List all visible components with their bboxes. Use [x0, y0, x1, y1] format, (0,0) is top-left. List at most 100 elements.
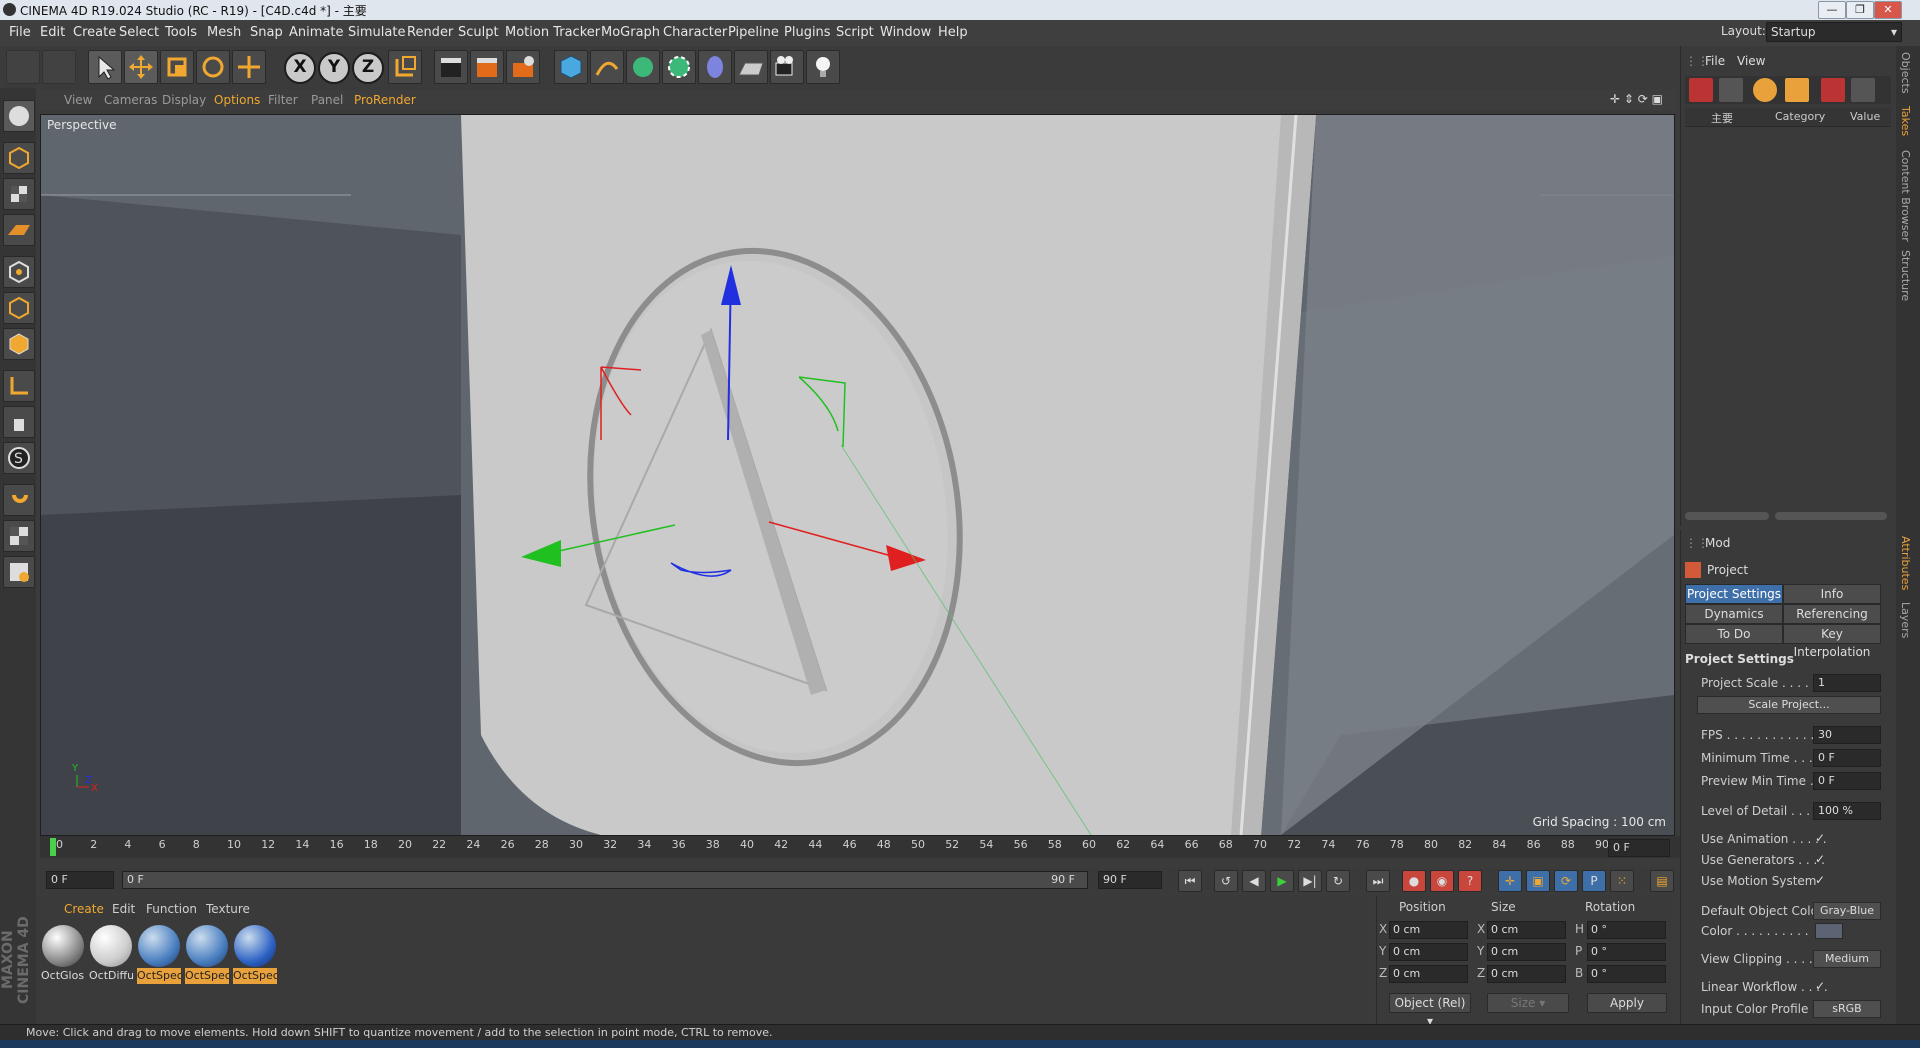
tab-structure[interactable]: Structure [1899, 250, 1912, 301]
render-to-picture-viewer-button[interactable] [470, 50, 504, 84]
timeline-ruler[interactable]: 0 2 4 6 8 10 12 14 16 18 20 22 24 26 28 30 32 34 36 38 40 42 4… [40, 836, 1680, 858]
menu-edit[interactable]: Edit [40, 25, 65, 40]
mat-menu-create[interactable]: Create [64, 902, 104, 916]
tab-takes[interactable]: Takes [1899, 106, 1912, 136]
record-rotation-button[interactable]: ⟳ [1554, 870, 1578, 892]
camera-button[interactable] [770, 50, 804, 84]
spline-pen-button[interactable] [590, 50, 624, 84]
redo-button[interactable] [42, 50, 76, 84]
render-take-icon[interactable] [1821, 78, 1845, 102]
menu-motion-tracker[interactable]: Motion Tracker [505, 25, 600, 40]
view-clipping-dropdown[interactable]: Medium [1813, 950, 1881, 968]
menu-tools[interactable]: Tools [165, 25, 197, 40]
points-mode-button[interactable] [3, 256, 35, 288]
model-mode-button[interactable] [3, 142, 35, 174]
workplane-button[interactable] [3, 214, 35, 246]
menu-script[interactable]: Script [836, 25, 874, 40]
scale-tool-button[interactable] [160, 50, 194, 84]
next-key-button[interactable]: ↻ [1326, 870, 1350, 892]
record-pla-button[interactable]: ⁙ [1610, 870, 1634, 892]
edges-mode-button[interactable] [3, 292, 35, 324]
om-menu-file[interactable]: File [1705, 54, 1725, 68]
material-swatch[interactable]: OctSpec [137, 924, 181, 986]
menu-character[interactable]: Character [663, 25, 727, 40]
om-scrollbar-left[interactable] [1685, 512, 1769, 520]
lock-take-icon[interactable] [1851, 78, 1875, 102]
fps-field[interactable]: 30 [1813, 726, 1881, 744]
light-button[interactable] [806, 50, 840, 84]
record-parameter-button[interactable]: P [1582, 870, 1606, 892]
menu-simulate[interactable]: Simulate [348, 25, 405, 40]
vp-menu-filter[interactable]: Filter [268, 93, 298, 107]
make-editable-button[interactable] [3, 100, 35, 132]
coord-mode-dropdown[interactable]: Object (Rel) ▾ [1389, 993, 1471, 1028]
rotate-tool-button[interactable] [196, 50, 230, 84]
takes-auto-icon[interactable] [1719, 78, 1743, 102]
maximize-button[interactable]: ❐ [1846, 1, 1874, 19]
om-menu-view[interactable]: View [1737, 54, 1765, 68]
tab-attributes[interactable]: Attributes [1899, 536, 1912, 590]
attr-mode-menu[interactable]: Mod [1705, 536, 1730, 550]
apply-button[interactable]: Apply [1587, 993, 1667, 1013]
takes-icon[interactable] [1689, 78, 1713, 102]
menu-pipeline[interactable]: Pipeline [728, 25, 779, 40]
vp-menu-display[interactable]: Display [162, 93, 206, 107]
start-frame-field[interactable]: 0 F [46, 871, 114, 889]
override-icon[interactable] [1753, 78, 1777, 102]
menu-mesh[interactable]: Mesh [207, 25, 241, 40]
texture-mode-button[interactable] [3, 178, 35, 210]
material-swatch[interactable]: OctSpec [233, 924, 277, 986]
use-generators-checkbox[interactable]: ✓ [1815, 853, 1827, 865]
z-axis-lock-button[interactable]: Z [352, 52, 384, 84]
rot-b-field[interactable]: 0 ° [1587, 965, 1666, 983]
menu-select[interactable]: Select [119, 25, 159, 40]
material-swatch[interactable]: OctGlos [41, 924, 85, 986]
vp-menu-cameras[interactable]: Cameras [104, 93, 157, 107]
menu-render[interactable]: Render [407, 25, 453, 40]
tab-project-settings[interactable]: Project Settings [1685, 584, 1783, 604]
quantize-button[interactable] [3, 520, 35, 552]
render-settings-button[interactable] [506, 50, 540, 84]
vp-menu-prorender[interactable]: ProRender [354, 93, 416, 107]
tab-dynamics[interactable]: Dynamics [1685, 604, 1783, 624]
close-button[interactable]: ✕ [1874, 1, 1902, 19]
mat-menu-edit[interactable]: Edit [112, 902, 135, 916]
lod-field[interactable]: 100 % [1813, 802, 1881, 820]
size-mode-dropdown[interactable]: Size ▾ [1487, 993, 1569, 1013]
menu-plugins[interactable]: Plugins [784, 25, 831, 40]
tab-key-interpolation[interactable]: Key Interpolation [1783, 624, 1881, 659]
size-z-field[interactable]: 0 cm [1487, 965, 1566, 983]
main-take-label[interactable]: 主要 [1711, 110, 1733, 126]
move-tool-button[interactable] [124, 50, 158, 84]
menu-help[interactable]: Help [938, 25, 968, 40]
coordinate-system-button[interactable] [388, 50, 422, 84]
use-animation-checkbox[interactable]: ✓ [1815, 832, 1827, 844]
preview-min-field[interactable]: 0 F [1813, 772, 1881, 790]
menu-sculpt[interactable]: Sculpt [458, 25, 499, 40]
color-swatch[interactable] [1815, 923, 1843, 939]
previous-key-button[interactable]: ↺ [1214, 870, 1238, 892]
select-tool-button[interactable] [88, 50, 122, 84]
pos-x-field[interactable]: 0 cm [1389, 921, 1468, 939]
om-scrollbar-right[interactable] [1775, 512, 1887, 520]
undo-button[interactable] [6, 50, 40, 84]
mat-menu-function[interactable]: Function [146, 902, 197, 916]
menu-create[interactable]: Create [73, 25, 116, 40]
tab-referencing[interactable]: Referencing [1783, 604, 1881, 624]
minimize-button[interactable]: — [1818, 1, 1846, 19]
vp-menu-panel[interactable]: Panel [311, 93, 343, 107]
deformer-button[interactable] [698, 50, 732, 84]
record-button[interactable]: ● [1402, 870, 1426, 892]
workplane-lock-button[interactable] [3, 556, 35, 588]
tweak-mode-button[interactable] [3, 406, 35, 438]
rot-h-field[interactable]: 0 ° [1587, 921, 1666, 939]
camera-take-icon[interactable] [1785, 78, 1809, 102]
autokey-button[interactable]: ◉ [1430, 870, 1454, 892]
scale-project-button[interactable]: Scale Project... [1697, 696, 1881, 714]
project-scale-field[interactable]: 1 [1813, 674, 1881, 692]
range-slider[interactable]: 0 F 90 F [122, 871, 1088, 889]
default-color-dropdown[interactable]: Gray-Blue [1813, 902, 1881, 920]
material-swatch[interactable]: OctDiffu [89, 924, 133, 986]
render-view-button[interactable] [434, 50, 468, 84]
pos-y-field[interactable]: 0 cm [1389, 943, 1468, 961]
